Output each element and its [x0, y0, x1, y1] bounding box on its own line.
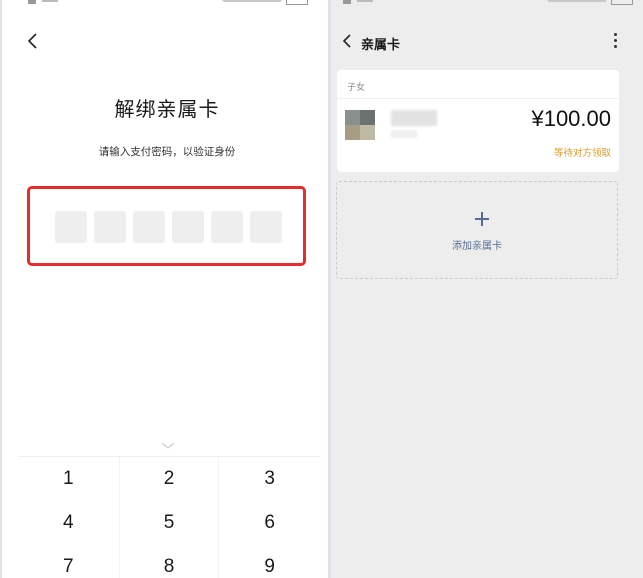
plus-icon	[475, 212, 489, 226]
back-button[interactable]	[339, 31, 359, 51]
keypad-key-3[interactable]: 3	[219, 457, 320, 501]
pin-input[interactable]	[55, 211, 282, 243]
unbind-password-screen: 解绑亲属卡 请输入支付密码，以验证身份 1 2 3 4 5 6 7 8 9	[2, 0, 328, 578]
keypad-key-2[interactable]: 2	[118, 457, 220, 501]
status-bar	[2, 0, 328, 12]
pin-digit-box[interactable]	[172, 211, 204, 243]
keypad-key-4[interactable]: 4	[18, 501, 119, 545]
card-amount: ¥100.00	[531, 106, 611, 131]
relation-label: 子女	[347, 83, 366, 93]
top-bar: 亲属卡	[331, 26, 643, 58]
card-status: 等待对方领取	[553, 148, 611, 159]
avatar	[345, 110, 375, 140]
add-family-card-button[interactable]: 添加亲属卡	[336, 181, 618, 279]
status-bar	[331, 0, 643, 12]
family-card-screen: 亲属卡 子女 ¥100.00 等待对方领取 添加亲属卡	[331, 0, 643, 578]
page-title: 解绑亲属卡	[114, 97, 220, 121]
pin-digit-box[interactable]	[55, 211, 87, 243]
keypad-key-9[interactable]: 9	[219, 545, 320, 578]
back-button[interactable]	[24, 30, 46, 52]
keypad-key-1[interactable]: 1	[18, 457, 119, 501]
blurred-name	[391, 130, 417, 138]
numeric-keypad: 1 2 3 4 5 6 7 8 9	[18, 456, 320, 578]
pin-digit-box[interactable]	[94, 211, 126, 243]
keyboard-collapse-button[interactable]	[160, 437, 176, 449]
battery-icon	[222, 0, 308, 6]
pin-digit-box[interactable]	[250, 211, 282, 243]
family-card[interactable]: 子女 ¥100.00 等待对方领取	[337, 70, 619, 172]
more-options-icon[interactable]	[611, 33, 619, 51]
pin-digit-box[interactable]	[211, 211, 243, 243]
page-subtitle: 请输入支付密码，以验证身份	[98, 146, 236, 158]
keypad-key-7[interactable]: 7	[18, 545, 119, 578]
keypad-key-5[interactable]: 5	[118, 501, 220, 545]
battery-icon	[547, 0, 633, 6]
page-title: 亲属卡	[361, 38, 401, 53]
blurred-name	[391, 110, 437, 126]
divider	[337, 98, 619, 99]
chevron-left-icon	[342, 34, 351, 48]
keypad-key-6[interactable]: 6	[219, 501, 320, 545]
chevron-left-icon	[27, 33, 37, 49]
keypad-key-8[interactable]: 8	[118, 545, 220, 578]
add-card-label: 添加亲属卡	[452, 241, 502, 252]
signal-icon	[28, 0, 62, 6]
chevron-down-icon	[161, 442, 175, 449]
signal-icon	[343, 0, 377, 6]
pin-digit-box[interactable]	[133, 211, 165, 243]
